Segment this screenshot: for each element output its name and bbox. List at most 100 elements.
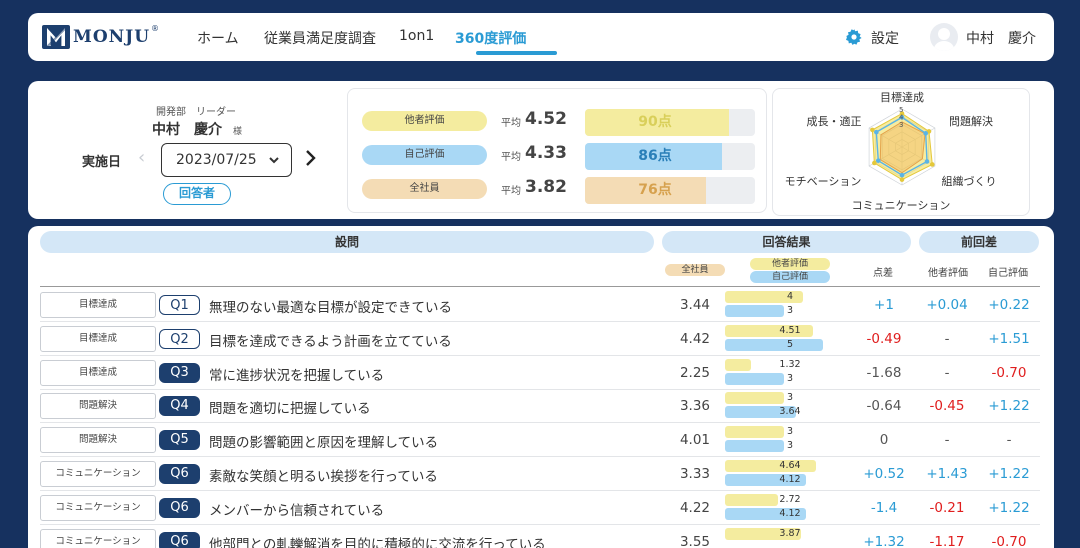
summary-card: 開発部 リーダー 中村 慶介 様 実施日 ‹ 2023/07/25 回答者 他者… [28, 81, 1054, 219]
prev-others-diff: +0.04 [926, 297, 968, 313]
others-score-bar: 3.87 [725, 527, 855, 540]
score-row-all: 全社員 平均 3.82 76点 [348, 177, 768, 204]
legend-others: 他者評価 [750, 258, 830, 270]
avatar[interactable] [930, 23, 958, 51]
self-score: 4.12 [779, 474, 801, 485]
question-text: 問題の影響範囲と原因を理解している [209, 435, 439, 452]
registered-mark: ® [151, 24, 160, 33]
score-bar: 76点 [585, 177, 755, 204]
sub-point-diff: 点差 [873, 268, 893, 279]
others-score-bar: 4.51 [725, 324, 855, 337]
header-result: 回答結果 [662, 231, 911, 253]
score-points: 86点 [638, 148, 672, 164]
logo-text: MONJU [73, 27, 151, 47]
others-score: 4.64 [779, 460, 801, 471]
table-row[interactable]: コミュニケーション Q6 メンバーから信頼されている 4.22 2.72 4.12 -1… [28, 491, 1054, 525]
score-label: 自己評価 [362, 145, 487, 165]
others-score: 3 [786, 392, 794, 404]
score-panel: 他者評価 平均 4.52 90点 自己評価 平均 4.33 86点 全社員 平均… [347, 88, 767, 213]
monju-logo[interactable]: MONJU ® [42, 24, 159, 50]
table-row[interactable]: コミュニケーション Q6 素敵な笑顔と明るい挨拶を行っている 3.33 4.64 4.… [28, 457, 1054, 491]
score-points: 90点 [638, 114, 672, 130]
avg-value: 3.82 [525, 177, 567, 197]
question-number: Q4 [159, 396, 200, 417]
person-name: 中村 慶介 [152, 122, 222, 138]
respondents-button[interactable]: 回答者 [163, 183, 231, 205]
header-question: 設問 [40, 231, 654, 253]
category-badge: 目標達成 [40, 325, 156, 352]
self-score: 3 [786, 440, 794, 452]
prev-self-diff: +1.22 [988, 466, 1030, 482]
table-row[interactable]: 目標達成 Q2 目標を達成できるよう計画を立てている 4.42 4.51 5 -0.49… [28, 322, 1054, 356]
others-score-bar: 3 [725, 426, 855, 439]
nav-360-review[interactable]: 360度評価 [455, 28, 526, 48]
self-score-bar: 5 [725, 338, 855, 351]
prev-others-diff: -0.45 [929, 398, 965, 415]
all-employee-score: 3.36 [679, 398, 710, 415]
all-employee-score: 3.55 [679, 533, 710, 548]
legend-all: 全社員 [665, 264, 725, 276]
date-select[interactable]: 2023/07/25 [161, 143, 292, 177]
sub-prev-self: 自己評価 [988, 268, 1028, 279]
table-row[interactable]: 問題解決 Q4 問題を適切に把握している 3.36 3 3.64 -0.64 -0.45 +… [28, 389, 1054, 424]
prev-self-diff: +0.22 [988, 297, 1030, 313]
settings-link[interactable]: 設定 [871, 28, 899, 48]
radar-axis-label: 問題解決 [949, 114, 993, 128]
question-number: Q6 [159, 464, 200, 484]
self-score-bar: 3.64 [725, 406, 855, 419]
prev-date-icon[interactable]: ‹ [138, 147, 145, 168]
self-score: 4.12 [779, 507, 801, 519]
point-diff: +0.52 [863, 466, 905, 482]
top-navbar: MONJU ® ホーム 従業員満足度調査 1on1 360度評価 設定 中村 慶… [28, 13, 1054, 61]
header-divider [40, 286, 1040, 287]
nav-1on1[interactable]: 1on1 [399, 28, 434, 44]
nav-home[interactable]: ホーム [197, 28, 239, 48]
table-row[interactable]: 目標達成 Q3 常に進捗状況を把握している 2.25 1.32 3 -1.68 - -0.7… [28, 356, 1054, 390]
radar-point [899, 177, 905, 182]
prev-self-diff: -0.70 [991, 533, 1027, 548]
honorific: 様 [233, 127, 243, 137]
gear-icon[interactable] [846, 29, 862, 45]
point-diff: -1.68 [866, 364, 902, 381]
others-score-bar: 2.72 [725, 493, 855, 506]
radar-axis-label: 組織づくり [942, 175, 997, 188]
table-row[interactable]: 目標達成 Q1 無理のない最適な目標が設定できている 3.44 4 3 +1 +0.04 +… [28, 288, 1054, 322]
radar-axis-label: コミュニケーション [852, 199, 951, 212]
avg-prefix: 平均 [501, 186, 521, 197]
prev-self-diff: - [1006, 432, 1012, 449]
nav-employee-survey[interactable]: 従業員満足度調査 [264, 28, 376, 48]
others-score: 2.72 [779, 493, 801, 505]
self-score: 3.64 [779, 406, 801, 418]
prev-self-diff: -0.70 [991, 364, 1027, 381]
radar-axis-label: 目標達成 [880, 90, 924, 104]
question-text: 素敵な笑顔と明るい挨拶を行っている [209, 469, 438, 485]
self-score: 3 [786, 372, 794, 384]
user-name[interactable]: 中村 慶介 [966, 28, 1036, 48]
all-employee-score: 4.42 [679, 330, 710, 347]
score-bar: 90点 [585, 109, 755, 136]
radar-point [899, 172, 905, 178]
department-role: 開発部 リーダー [156, 107, 236, 118]
question-text: 他部門との軋轢解消を目的に積極的に交流を行っている [209, 536, 546, 548]
radar-axis-label: モチベーション [785, 175, 862, 188]
category-badge: 問題解決 [40, 393, 156, 420]
score-bar: 86点 [585, 143, 755, 170]
table-row[interactable]: コミュニケーション Q6 他部門との軋轢解消を目的に積極的に交流を行っている 3.55… [28, 525, 1054, 548]
next-date-icon[interactable] [304, 149, 316, 167]
self-score-bar: 4.12 [725, 474, 855, 486]
question-number: Q2 [159, 328, 200, 349]
category-badge: コミュニケーション [40, 528, 156, 548]
self-score-bar: 3 [725, 305, 855, 317]
score-row-self: 自己評価 平均 4.33 86点 [348, 143, 768, 170]
others-score: 3 [786, 426, 794, 438]
table-row[interactable]: 問題解決 Q5 問題の影響範囲と原因を理解している 4.01 3 3 0 - - [28, 423, 1054, 458]
radar-point [874, 129, 879, 135]
avg-prefix: 平均 [501, 118, 521, 129]
point-diff: -1.4 [870, 499, 898, 516]
question-number: Q6 [159, 531, 200, 548]
others-score: 4 [786, 291, 794, 302]
self-score: 3 [786, 305, 794, 316]
category-badge: コミュニケーション [40, 494, 156, 521]
point-diff: +1 [874, 297, 894, 313]
category-badge: 目標達成 [40, 359, 156, 386]
